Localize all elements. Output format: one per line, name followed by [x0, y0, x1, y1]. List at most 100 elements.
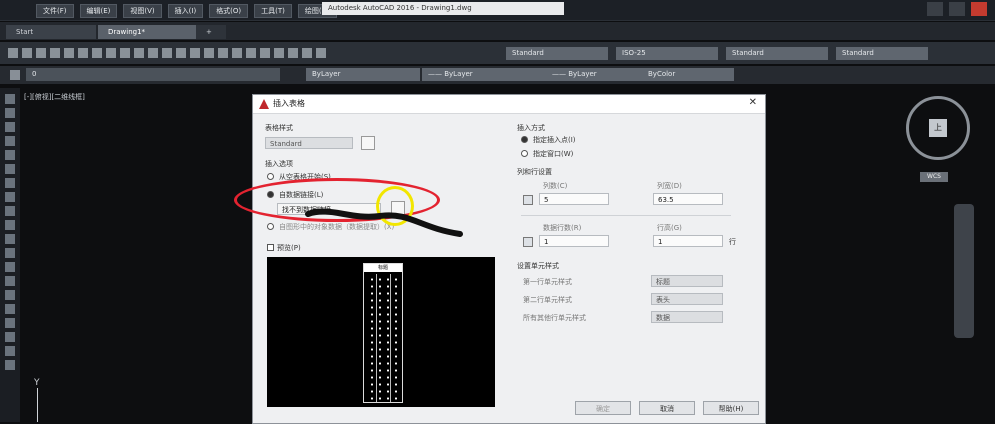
preview-icon[interactable]: [64, 48, 74, 58]
navigation-bar[interactable]: [954, 204, 974, 338]
save-icon[interactable]: [36, 48, 46, 58]
print-icon[interactable]: [50, 48, 60, 58]
viewcube-face[interactable]: 上: [929, 119, 947, 137]
design-center-icon[interactable]: [246, 48, 256, 58]
line-icon[interactable]: [5, 94, 15, 104]
copy-icon[interactable]: [106, 48, 116, 58]
cut-icon[interactable]: [92, 48, 102, 58]
markup-icon[interactable]: [288, 48, 298, 58]
gradient-icon[interactable]: [5, 304, 15, 314]
arc-icon[interactable]: [5, 164, 15, 174]
viewcube[interactable]: 上: [906, 96, 970, 160]
spline-icon[interactable]: [5, 206, 15, 216]
wcs-menu[interactable]: WCS: [920, 172, 948, 182]
paste-icon[interactable]: [120, 48, 130, 58]
first-row-style-combo[interactable]: 标题: [651, 275, 723, 287]
columns-icon: [523, 195, 533, 205]
match-properties-icon[interactable]: [134, 48, 144, 58]
point-icon[interactable]: [5, 276, 15, 286]
close-button[interactable]: [971, 2, 987, 16]
row-height-spinner[interactable]: 1: [653, 235, 723, 247]
draw-toolbar: [0, 88, 20, 422]
preview-checkbox[interactable]: [267, 244, 274, 251]
tab-start[interactable]: Start: [6, 25, 96, 39]
layer-manager-icon[interactable]: [10, 70, 20, 80]
menu-format[interactable]: 格式(O): [209, 4, 249, 18]
lineweight-select[interactable]: —— ByLayer: [546, 68, 642, 81]
rectangle-icon[interactable]: [5, 150, 15, 160]
zoom-previous-icon[interactable]: [218, 48, 228, 58]
maximize-button[interactable]: [949, 2, 965, 16]
radio-object-data[interactable]: [267, 223, 274, 230]
text-style-select[interactable]: Standard: [506, 47, 608, 60]
linetype-select[interactable]: —— ByLayer: [422, 68, 546, 81]
title-bar: 文件(F) 编辑(E) 视图(V) 插入(I) 格式(O) 工具(T) 绘图(D…: [0, 0, 995, 21]
menu-view[interactable]: 视图(V): [123, 4, 162, 18]
circle-icon[interactable]: [5, 178, 15, 188]
black-scribble-annotation: [305, 208, 463, 237]
columns-spinner[interactable]: 5: [539, 193, 609, 205]
revision-cloud-icon[interactable]: [5, 192, 15, 202]
dim-style-select[interactable]: ISO-25: [616, 47, 718, 60]
new-icon[interactable]: [8, 48, 18, 58]
autocad-logo-icon: [259, 99, 269, 109]
help-icon[interactable]: [316, 48, 326, 58]
cancel-button[interactable]: 取消: [639, 401, 695, 415]
region-icon[interactable]: [5, 318, 15, 328]
second-row-style-combo[interactable]: 表头: [651, 293, 723, 305]
add-selected-icon[interactable]: [5, 360, 15, 370]
radio-insert-point-label: 指定插入点(I): [533, 136, 576, 144]
undo-icon[interactable]: [148, 48, 158, 58]
mtext-icon[interactable]: [5, 346, 15, 356]
menu-tools[interactable]: 工具(T): [254, 4, 292, 18]
polygon-icon[interactable]: [5, 136, 15, 146]
menu-insert[interactable]: 插入(I): [167, 4, 204, 18]
other-rows-style-combo[interactable]: 数据: [651, 311, 723, 323]
table-style-dialog-button[interactable]: [361, 136, 375, 150]
ok-button[interactable]: 确定: [575, 401, 631, 415]
column-width-spinner[interactable]: 63.5: [653, 193, 723, 205]
publish-icon[interactable]: [78, 48, 88, 58]
make-block-icon[interactable]: [5, 262, 15, 272]
plotstyle-select[interactable]: ByColor: [642, 68, 734, 81]
ellipse-icon[interactable]: [5, 220, 15, 230]
table-icon[interactable]: [5, 332, 15, 342]
sheet-set-icon[interactable]: [274, 48, 284, 58]
zoom-window-icon[interactable]: [204, 48, 214, 58]
radio-insert-window[interactable]: [521, 150, 528, 157]
zoom-icon[interactable]: [190, 48, 200, 58]
row-height-label: 行高(G): [657, 224, 682, 232]
insert-table-dialog: 插入表格 ✕ 表格样式 Standard 插入选项 从空表格开始(S) 自数据链…: [252, 94, 766, 424]
ucs-icon: [37, 388, 38, 422]
insert-block-icon[interactable]: [5, 248, 15, 258]
polyline-icon[interactable]: [5, 122, 15, 132]
data-rows-spinner[interactable]: 1: [539, 235, 609, 247]
menu-edit[interactable]: 编辑(E): [79, 4, 118, 18]
color-select[interactable]: ByLayer: [306, 68, 420, 81]
layers-toolbar: 0 ByLayer —— ByLayer —— ByLayer ByColor: [0, 66, 995, 84]
pan-icon[interactable]: [176, 48, 186, 58]
properties-icon[interactable]: [232, 48, 242, 58]
tab-drawing1[interactable]: Drawing1*: [98, 25, 208, 39]
menu-file[interactable]: 文件(F): [36, 4, 74, 18]
minimize-button[interactable]: [927, 2, 943, 16]
dialog-close-icon[interactable]: ✕: [749, 97, 757, 108]
table-style-combo[interactable]: Standard: [265, 137, 353, 149]
redo-icon[interactable]: [162, 48, 172, 58]
ellipse-arc-icon[interactable]: [5, 234, 15, 244]
calculator-icon[interactable]: [302, 48, 312, 58]
standard-toolbar: Standard ISO-25 Standard Standard: [0, 42, 995, 64]
help-button[interactable]: 帮助(H): [703, 401, 759, 415]
open-icon[interactable]: [22, 48, 32, 58]
new-tab-button[interactable]: +: [196, 25, 226, 39]
radio-empty-table[interactable]: [267, 173, 274, 180]
construction-line-icon[interactable]: [5, 108, 15, 118]
multileader-style-select[interactable]: Standard: [836, 47, 928, 60]
radio-insert-point[interactable]: [521, 136, 528, 143]
table-style-select[interactable]: Standard: [726, 47, 828, 60]
rows-icon: [523, 237, 533, 247]
hatch-icon[interactable]: [5, 290, 15, 300]
tool-palettes-icon[interactable]: [260, 48, 270, 58]
viewport-controls[interactable]: [-][俯视][二维线框]: [24, 92, 85, 102]
layer-select[interactable]: 0: [26, 68, 280, 81]
